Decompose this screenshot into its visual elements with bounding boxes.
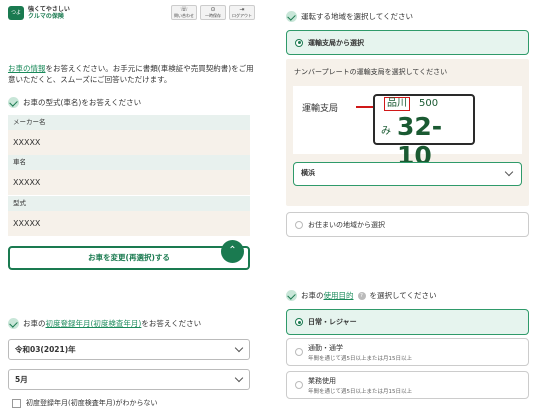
- check-icon: [8, 97, 19, 108]
- check-icon: [286, 11, 297, 22]
- intro-text: お車の情報をお答えください。お手元に書類(車検証や売買契約書)をご用意いただくと…: [8, 63, 254, 85]
- header-buttons: ☏ 問い合わせ ⊙ 一時保存 ⇥ ログアウト: [171, 5, 255, 20]
- panel-title: ナンバープレートの運輸支局を選択してください: [294, 68, 448, 76]
- logo-line1: 強くてやさしい: [28, 6, 70, 13]
- option-commute-sub: 年間を通じて週5日以上または月15日以上: [308, 355, 412, 362]
- option-commute-text: 通勤・通学 年間を通じて週5日以上または月15日以上: [308, 343, 412, 362]
- usage-q-prefix: お車の: [301, 291, 324, 300]
- scroll-up-button[interactable]: ⌃: [221, 240, 244, 263]
- option-business-text: 業務使用 年間を通じて週5日以上または月15日以上: [308, 376, 412, 395]
- region-question: 運転する地域を選択してください: [286, 11, 413, 22]
- license-plate: 品川 500 み 32-10: [373, 94, 475, 170]
- registration-q-prefix: お車の: [23, 319, 46, 328]
- chevron-down-icon: [504, 167, 514, 177]
- unknown-date-label: 初度登録年月(初度検査年月)がわからない: [26, 399, 158, 407]
- right-column: 運転する地域を選択してください 運輸支局から選択 ナンバープレートの運輸支局を選…: [278, 0, 536, 415]
- car-name-label: 車名: [8, 155, 250, 170]
- month-select[interactable]: 5月: [8, 369, 250, 390]
- radio-selected-icon: [295, 318, 303, 326]
- car-model-question-text: お車の型式(車名)をお答えください: [23, 98, 142, 107]
- logo[interactable]: つよ 強くてやさしい クルマの保険: [8, 6, 70, 20]
- check-icon: [8, 318, 19, 329]
- option-residence-area[interactable]: お住まいの地域から選択: [286, 212, 529, 237]
- radio-empty-icon: [295, 381, 303, 389]
- logo-mark: つよ: [8, 6, 24, 20]
- plate-office-label: 運輸支局: [302, 104, 339, 114]
- contact-button[interactable]: ☏ 問い合わせ: [171, 5, 197, 20]
- usage-q-suffix: を選択してください: [369, 291, 437, 300]
- model-code-label: 型式: [8, 196, 250, 211]
- option-commute[interactable]: 通勤・通学 年間を通じて週5日以上または月15日以上: [286, 338, 529, 366]
- option-business-sub: 年間を通じて週5日以上または月15日以上: [308, 388, 412, 395]
- region-question-text: 運転する地域を選択してください: [301, 12, 414, 21]
- chevron-down-icon: [234, 373, 244, 383]
- registration-q-suffix: をお答えください: [141, 319, 202, 328]
- registration-question-text: お車の初度登録年月(初度検査年月)をお答えください: [23, 318, 201, 329]
- intro-body: をお答えください。お手元に書類(車検証や売買契約書)をご用意いただくと、スムーズ…: [8, 64, 254, 84]
- car-model-question: お車の型式(車名)をお答えください: [8, 97, 141, 108]
- option-transport-office[interactable]: 運輸支局から選択: [286, 30, 529, 55]
- option-commute-label: 通勤・通学: [308, 343, 343, 352]
- logout-button-label: ログアウト: [232, 13, 252, 18]
- left-column: つよ 強くてやさしい クルマの保険 ☏ 問い合わせ ⊙ 一時保存 ⇥ ログアウト…: [0, 0, 258, 415]
- year-select[interactable]: 令和03(2021)年: [8, 339, 250, 360]
- logo-line2: クルマの保険: [28, 13, 64, 20]
- option-residence-area-label: お住まいの地域から選択: [308, 220, 385, 229]
- model-code-value: XXXXX: [8, 211, 250, 236]
- radio-empty-icon: [295, 220, 303, 229]
- month-select-value: 5月: [15, 375, 28, 384]
- logout-button[interactable]: ⇥ ログアウト: [229, 5, 255, 20]
- transport-office-value: 横浜: [301, 169, 315, 177]
- registration-question: お車の初度登録年月(初度検査年月)をお答えください: [8, 318, 201, 329]
- plate-illustration: 運輸支局 品川 500 み 32-10: [293, 86, 522, 170]
- option-business[interactable]: 業務使用 年間を通じて週5日以上または月15日以上: [286, 371, 529, 399]
- car-name-value: XXXXX: [8, 170, 250, 195]
- logo-text: 強くてやさしい クルマの保険: [28, 6, 70, 20]
- option-business-label: 業務使用: [308, 376, 336, 385]
- radio-selected-icon: [295, 38, 303, 47]
- option-daily-leisure-label: 日常・レジャー: [308, 318, 357, 326]
- plate-class: 500: [419, 98, 439, 109]
- save-button[interactable]: ⊙ 一時保存: [200, 5, 226, 20]
- unknown-date-checkbox[interactable]: [12, 398, 21, 408]
- maker-value: XXXXX: [8, 130, 250, 155]
- maker-label: メーカー名: [8, 115, 250, 130]
- plate-kana: み: [381, 126, 391, 137]
- registration-q-link[interactable]: 初度登録年月(初度検査年月): [46, 319, 142, 328]
- transport-office-select[interactable]: 横浜: [293, 162, 522, 186]
- contact-button-label: 問い合わせ: [174, 13, 194, 18]
- usage-question-text: お車の使用目的: [301, 290, 354, 301]
- year-select-value: 令和03(2021)年: [15, 345, 76, 354]
- radio-empty-icon: [295, 348, 303, 356]
- change-car-button[interactable]: お車を変更(再選択)する: [8, 246, 250, 270]
- unknown-date-checkbox-row[interactable]: 初度登録年月(初度検査年月)がわからない: [12, 398, 157, 408]
- option-daily-leisure[interactable]: 日常・レジャー: [286, 309, 529, 335]
- plate-region: 品川: [384, 97, 410, 111]
- save-button-label: 一時保存: [205, 13, 221, 18]
- option-transport-office-label: 運輸支局から選択: [308, 38, 364, 47]
- usage-q-link[interactable]: 使用目的: [324, 291, 354, 300]
- help-icon[interactable]: ?: [357, 291, 366, 300]
- transport-office-panel: ナンバープレートの運輸支局を選択してください 運輸支局 品川 500 み 32-…: [286, 59, 529, 206]
- usage-question: お車の使用目的 ? を選択してください: [286, 290, 437, 301]
- intro-link[interactable]: お車の情報: [8, 64, 46, 73]
- chevron-down-icon: [234, 343, 244, 353]
- check-icon: [286, 290, 297, 301]
